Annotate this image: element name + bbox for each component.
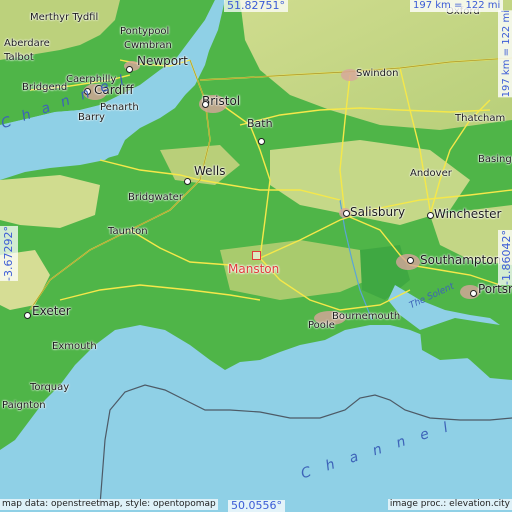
scale-top: 197 km = 122 mi: [410, 0, 504, 12]
coord-left: -3.67292°: [0, 226, 18, 281]
place-southampton: Southampton: [420, 253, 502, 267]
place-wells: Wells: [194, 164, 226, 178]
city-dot-southampton: [407, 257, 414, 264]
place-barry: Barry: [78, 112, 105, 123]
place-newport: Newport: [137, 54, 188, 68]
place-bridgend: Bridgend: [22, 82, 68, 93]
coord-top: 51.82751°: [224, 0, 288, 12]
city-dot-portsmouth: [470, 290, 477, 297]
place-merthyr: Merthyr Tydfil: [30, 12, 99, 23]
place-winchester: Winchester: [434, 207, 502, 221]
city-dot-wells: [184, 178, 191, 185]
place-bournemouth: Bournemouth: [332, 311, 401, 322]
place-swindon: Swindon: [356, 68, 399, 79]
place-bridgwater: Bridgwater: [128, 192, 183, 203]
marker-label: Manston: [228, 262, 280, 276]
credit-image-proc: image proc.: elevation.city: [387, 499, 512, 510]
scale-right: 197 km = 122 mi: [498, 10, 512, 98]
place-andover: Andover: [410, 168, 452, 179]
place-portsm: Portsm: [478, 282, 512, 296]
place-thatcham: Thatcham: [455, 113, 506, 124]
place-salisbury: Salisbury: [350, 205, 406, 219]
city-dot-bath: [258, 138, 265, 145]
place-cwmbran: Cwmbran: [124, 40, 172, 51]
city-dot-bristol: [202, 101, 209, 108]
coord-bottom: 50.0556°: [228, 500, 285, 512]
place-taunton: Taunton: [108, 226, 148, 237]
place-torquay: Torquay: [30, 382, 70, 393]
place-exeter: Exeter: [32, 304, 71, 318]
map-view[interactable]: Merthyr Tydfil Aberdare Pontypool Cwmbra…: [0, 0, 512, 512]
credit-map-data: map data: openstreetmap, style: opentopo…: [0, 499, 218, 510]
city-dot-exeter: [24, 312, 31, 319]
place-poole: Poole: [308, 320, 335, 331]
location-marker[interactable]: [252, 251, 261, 260]
place-penarth: Penarth: [100, 102, 139, 113]
place-aberdare: Aberdare: [4, 38, 50, 49]
place-bath: Bath: [247, 117, 273, 130]
place-pontypool: Pontypool: [120, 26, 170, 37]
place-basings: Basings: [478, 154, 512, 165]
coord-right: -1.86042°: [498, 230, 512, 285]
city-dot-winchester: [427, 212, 434, 219]
city-dot-salisbury: [343, 210, 350, 217]
place-talbot: Talbot: [4, 52, 34, 63]
place-exmouth: Exmouth: [52, 341, 97, 352]
place-paignton: Paignton: [2, 400, 46, 411]
